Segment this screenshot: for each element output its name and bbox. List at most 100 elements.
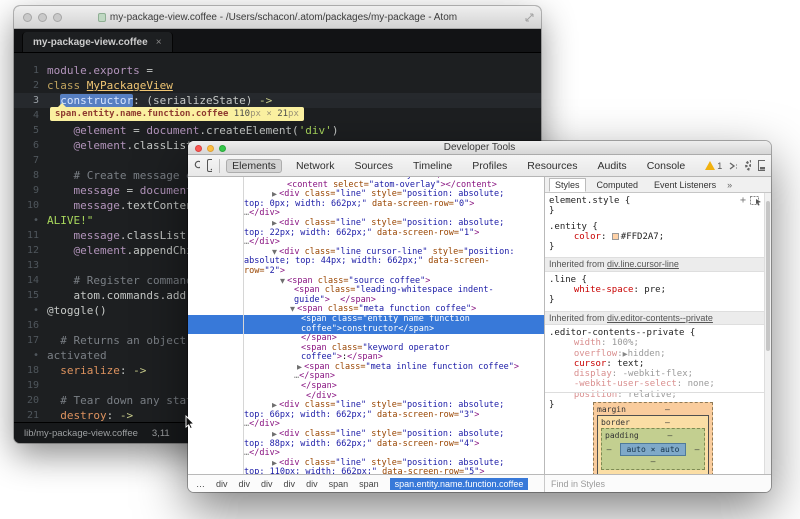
dom-tree-row[interactable]: top: 22px; width: 662px;" data-screen-ro… — [188, 229, 544, 239]
line-number: 7 — [14, 153, 47, 168]
breadcrumb-item[interactable]: div — [216, 479, 228, 489]
inherited-node-link[interactable]: div.editor-contents--private — [607, 313, 713, 323]
css-property[interactable]: -webkit-user-select: none; — [549, 379, 764, 389]
new-style-rule-button[interactable]: + — [740, 196, 746, 206]
css-property[interactable]: width: 100%; — [549, 338, 764, 348]
breadcrumb-item[interactable]: div — [239, 479, 251, 489]
atom-window-title: my-package-view.coffee - /Users/schacon/… — [98, 12, 457, 23]
line-number: 5 — [14, 123, 47, 138]
line-number: 2 — [14, 78, 47, 93]
zoom-window-button[interactable] — [219, 145, 226, 152]
breadcrumb-item[interactable]: span — [359, 479, 379, 489]
tab-sources[interactable]: Sources — [348, 159, 399, 173]
styles-sidebar: Styles Computed Event Listeners » element.s… — [544, 177, 771, 474]
line-number: 20 — [14, 393, 47, 408]
tab-audits[interactable]: Audits — [592, 159, 633, 173]
sidebar-tab-event-listeners[interactable]: Event Listeners — [649, 179, 721, 191]
devtools-title-bar[interactable]: Developer Tools — [188, 141, 771, 155]
code-line[interactable]: 3 constructor: (serializeState) -> — [14, 93, 541, 108]
inherited-from-bar: Inherited from div.editor-contents--priv… — [545, 311, 764, 325]
rule-selector[interactable]: element.style — [549, 196, 619, 206]
line-number: 19 — [14, 378, 47, 393]
color-swatch[interactable] — [612, 233, 619, 240]
atom-tab-bar: my-package-view.coffee × — [14, 29, 541, 53]
tab-profiles[interactable]: Profiles — [466, 159, 513, 173]
breadcrumb-item[interactable]: span — [329, 479, 349, 489]
minimize-window-button[interactable] — [38, 13, 47, 22]
minimize-window-button[interactable] — [207, 145, 214, 152]
find-in-styles-input[interactable] — [551, 479, 771, 489]
css-property[interactable]: display: -webkit-flex; — [549, 369, 764, 379]
metrics-divider — [545, 392, 771, 393]
elements-panel[interactable]: <content select=".overlayer"></content><… — [188, 177, 544, 474]
rule-selector[interactable]: .line — [549, 275, 576, 285]
tab-console[interactable]: Console — [641, 159, 692, 173]
breadcrumb-item[interactable]: div — [284, 479, 296, 489]
resize-icon[interactable] — [525, 13, 534, 22]
line-number: 4 — [14, 108, 47, 123]
style-rule: .entity { color: #FFD2A7;} — [549, 222, 764, 253]
breadcrumb-item[interactable]: div — [261, 479, 273, 489]
device-mode-icon[interactable] — [207, 159, 212, 172]
element-state-icon[interactable] — [750, 196, 762, 206]
dom-tree-row[interactable]: top: 0px; width: 662px;" data-screen-row… — [188, 200, 544, 210]
warnings-indicator[interactable]: 1 — [705, 161, 722, 171]
style-rule: .line { white-space: pre;} — [549, 275, 764, 306]
tab-network[interactable]: Network — [290, 159, 341, 173]
status-cursor-position: 3,11 — [152, 428, 170, 439]
tab-my-package-view[interactable]: my-package-view.coffee × — [22, 32, 173, 52]
tab-label: my-package-view.coffee — [33, 37, 148, 48]
line-number: 15 — [14, 288, 47, 303]
close-window-button[interactable] — [195, 145, 202, 152]
breadcrumb-item[interactable]: span.entity.name.function.coffee — [390, 478, 529, 490]
code-line[interactable]: 1module.exports = — [14, 63, 541, 78]
atom-title-bar[interactable]: my-package-view.coffee - /Users/schacon/… — [14, 6, 541, 29]
dom-tree: <content select=".overlayer"></content><… — [188, 177, 544, 474]
sidebar-more-tabs-icon[interactable]: » — [727, 180, 732, 190]
dom-tree-row[interactable]: …</span> — [188, 372, 544, 382]
dom-tree-row[interactable]: coffee">constructor</span> — [188, 325, 544, 335]
sidebar-tab-styles[interactable]: Styles — [549, 178, 586, 192]
inherited-node-link[interactable]: div.line.cursor-line — [607, 259, 679, 269]
dom-tree-row[interactable]: ▶ <span class="meta inline function coff… — [188, 363, 544, 373]
box-model-margin[interactable]: margin– border– padding– – auto × auto –… — [593, 402, 713, 474]
code-line[interactable]: 5 @element = document.createElement('div… — [14, 123, 541, 138]
line-number: 9 — [14, 183, 47, 198]
sidebar-tab-computed[interactable]: Computed — [592, 179, 644, 191]
css-property[interactable]: cursor: text; — [549, 359, 764, 369]
sidebar-scrollbar[interactable] — [764, 193, 771, 474]
inspect-search-icon[interactable] — [194, 160, 200, 171]
tab-timeline[interactable]: Timeline — [407, 159, 458, 173]
warning-count: 1 — [717, 161, 722, 171]
style-rule: element.style {+} — [549, 196, 764, 217]
console-drawer-icon[interactable] — [729, 161, 736, 171]
dom-tree-row[interactable]: absolute; top: 44px; width: 662px;" data… — [188, 257, 544, 267]
style-rule: .editor-contents--private { width: 100%;… — [549, 328, 764, 410]
close-window-button[interactable] — [23, 13, 32, 22]
css-property[interactable]: overflow:▶hidden; — [549, 349, 764, 359]
tab-resources[interactable]: Resources — [521, 159, 583, 173]
tab-elements[interactable]: Elements — [226, 159, 282, 173]
dom-tree-row[interactable]: </span> — [188, 382, 544, 392]
css-property[interactable]: white-space: pre; — [549, 285, 764, 295]
css-property[interactable]: color: #FFD2A7; — [549, 232, 764, 242]
rule-selector[interactable]: .editor-contents--private — [549, 328, 684, 338]
tree-rail-divider — [243, 177, 244, 474]
zoom-window-button[interactable] — [53, 13, 62, 22]
dom-tree-row[interactable]: top: 66px; width: 662px;" data-screen-ro… — [188, 411, 544, 421]
line-number: 3 — [14, 93, 47, 108]
devtools-window: Developer Tools Elements Network Sources Ti… — [188, 141, 771, 492]
close-tab-icon[interactable]: × — [156, 37, 162, 48]
box-model-padding[interactable]: padding– – auto × auto – – — [601, 428, 705, 470]
breadcrumb-item[interactable]: … — [196, 479, 205, 489]
rule-selector[interactable]: .entity — [549, 222, 587, 232]
code-line[interactable]: 2class MyPackageView — [14, 78, 541, 93]
line-number: • — [14, 303, 47, 318]
gear-icon[interactable] — [744, 159, 751, 172]
dom-tree-row[interactable]: top: 88px; width: 662px;" data-screen-ro… — [188, 440, 544, 450]
box-model-border[interactable]: border– padding– – auto × auto – – – — [597, 415, 709, 474]
scrollbar-thumb[interactable] — [766, 201, 770, 351]
dock-side-icon[interactable] — [758, 160, 765, 171]
breadcrumb-item[interactable]: div — [306, 479, 318, 489]
line-number: 14 — [14, 273, 47, 288]
